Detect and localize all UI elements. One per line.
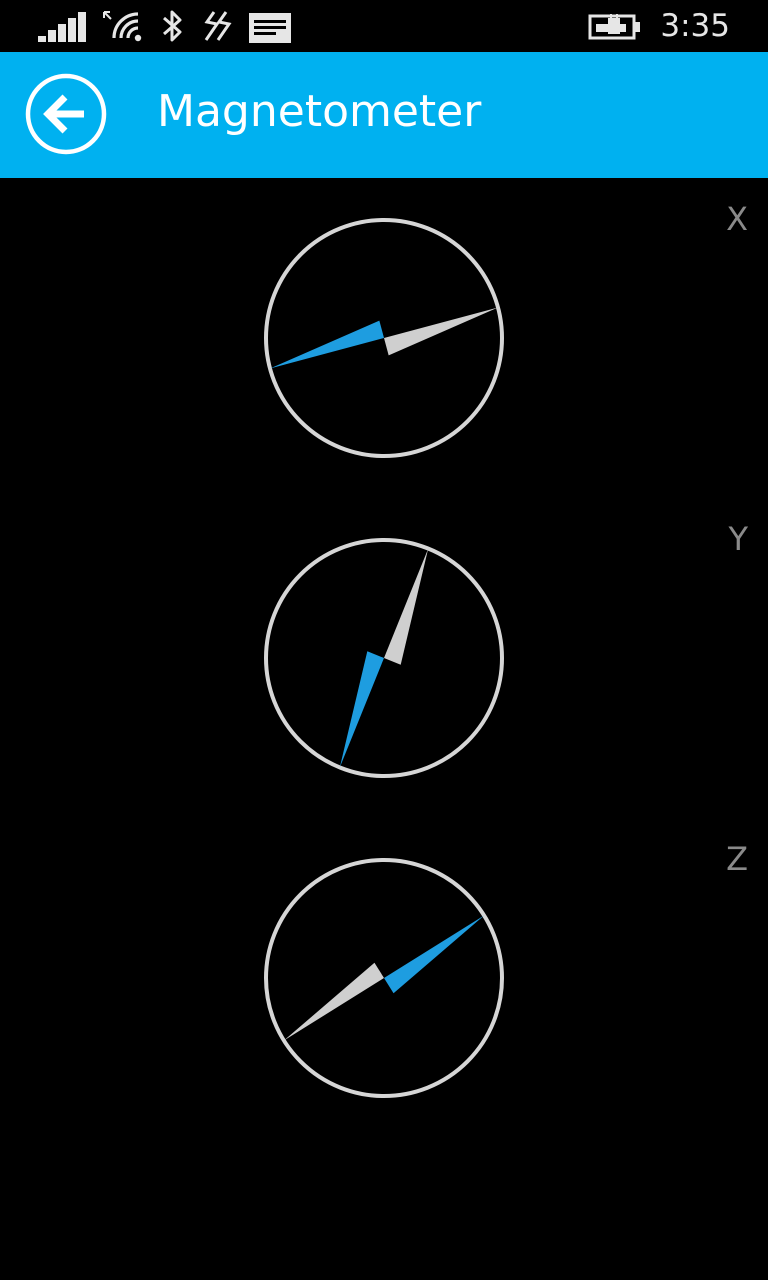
clock: 3:35: [660, 8, 730, 44]
needle-z: [283, 915, 485, 1041]
status-bar: 3:35: [0, 0, 768, 52]
compass-y: [264, 538, 504, 778]
app-header: Magnetometer: [0, 52, 768, 178]
compass-z: [264, 858, 504, 1098]
axis-label-x: X: [726, 200, 748, 238]
signal-icon: [38, 12, 86, 42]
compass-x: [264, 218, 504, 458]
needle-y: [339, 548, 429, 768]
message-icon: [249, 13, 291, 43]
back-arrow-icon: [25, 73, 107, 155]
axis-label-y: Y: [728, 520, 748, 558]
bluetooth-icon: [163, 10, 182, 42]
axis-label-z: Z: [726, 840, 748, 878]
back-button[interactable]: [24, 72, 108, 156]
nfc-icon: [204, 11, 232, 41]
page-title: Magnetometer: [157, 86, 482, 137]
wifi-icon: [103, 11, 142, 42]
needle-x: [270, 307, 498, 369]
battery-charging-icon: [588, 14, 640, 40]
